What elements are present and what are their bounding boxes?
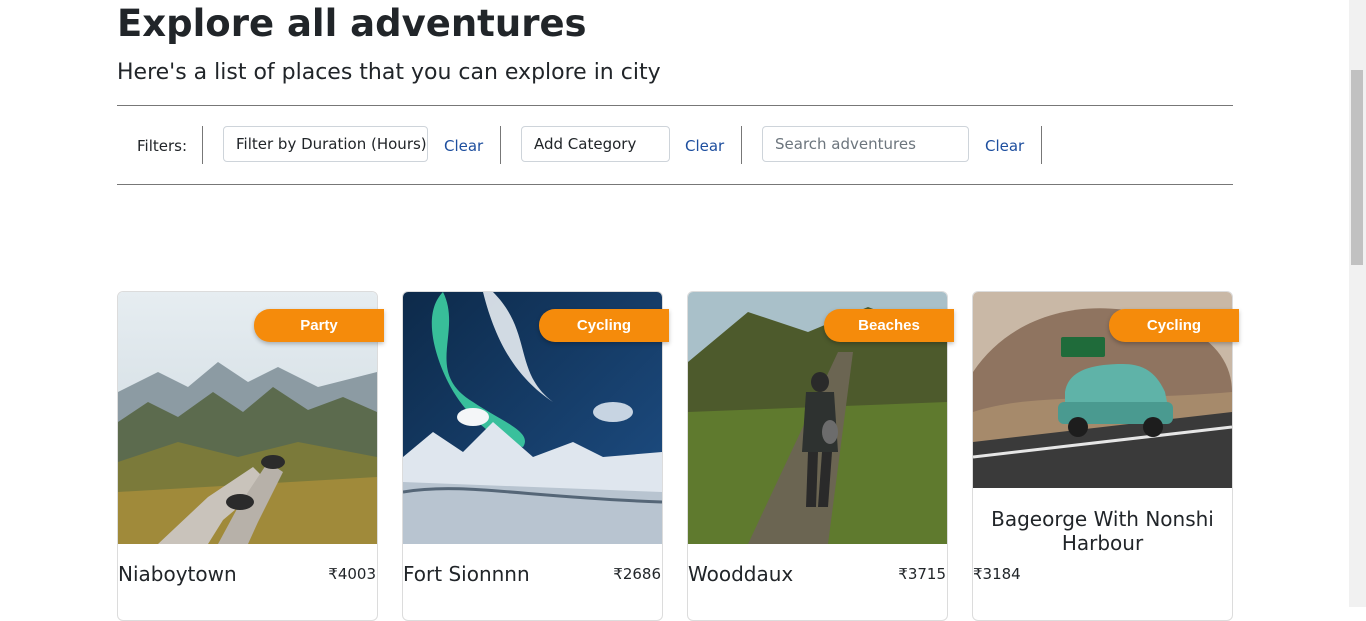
divider-bottom [117, 184, 1233, 185]
category-badge: Party [254, 309, 384, 342]
search-input[interactable] [762, 126, 969, 162]
clear-duration-button[interactable]: Clear [444, 137, 483, 155]
adventure-card[interactable]: Cycling Bageorge With Nonshi Harbour ₹31… [972, 291, 1239, 621]
adventure-price: ₹2686 [613, 565, 661, 583]
filter-separator [741, 126, 742, 164]
vertical-scrollbar[interactable] [1349, 0, 1366, 607]
adventure-name: Bageorge With Nonshi Harbour [991, 507, 1214, 555]
category-badge: Cycling [539, 309, 669, 342]
category-select[interactable]: Add Category [521, 126, 670, 162]
adventure-name: Wooddaux [688, 562, 794, 586]
page-title: Explore all adventures [117, 2, 587, 45]
clear-search-button[interactable]: Clear [985, 137, 1024, 155]
adventure-name: Fort Sionnnn [403, 562, 530, 586]
adventure-card[interactable]: Cycling Fort Sionnnn ₹2686 [402, 291, 669, 621]
adventure-card[interactable]: Beaches Wooddaux ₹3715 [687, 291, 954, 621]
adventure-card[interactable]: Party Niaboytown ₹4003 [117, 291, 384, 621]
filters-bar: Filters: Filter by Duration (Hours) Clea… [117, 106, 1233, 184]
scrollbar-thumb[interactable] [1351, 70, 1363, 265]
filter-separator [202, 126, 203, 164]
adventure-name: Niaboytown [118, 562, 237, 586]
adventure-price: ₹3184 [973, 565, 1021, 583]
filter-separator [500, 126, 501, 164]
category-badge: Beaches [824, 309, 954, 342]
duration-select[interactable]: Filter by Duration (Hours) [223, 126, 428, 162]
category-badge: Cycling [1109, 309, 1239, 342]
clear-category-button[interactable]: Clear [685, 137, 724, 155]
page-subtitle: Here's a list of places that you can exp… [117, 60, 661, 85]
adventure-price: ₹3715 [898, 565, 946, 583]
adventure-price: ₹4003 [328, 565, 376, 583]
filter-separator [1041, 126, 1042, 164]
filters-label: Filters: [137, 137, 188, 155]
